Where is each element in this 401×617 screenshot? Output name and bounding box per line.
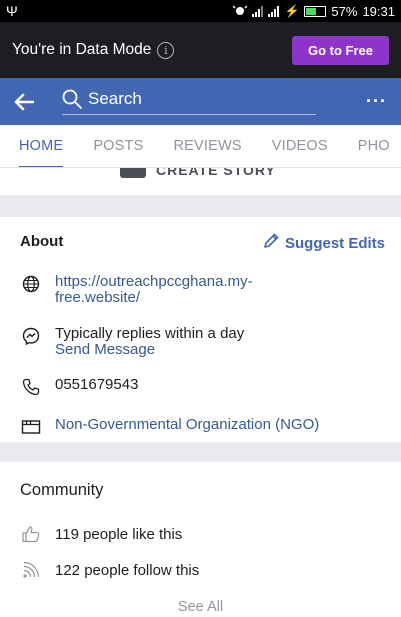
phone-icon [20, 378, 42, 396]
search-input[interactable]: Search [62, 89, 316, 115]
thumbs-up-icon [20, 525, 42, 543]
globe-icon [20, 275, 42, 293]
create-icon [120, 168, 146, 178]
status-indicators: ⚡ 57% 19:31 [232, 3, 395, 19]
go-to-free-button[interactable]: Go to Free [291, 35, 389, 65]
tab-home[interactable]: HOME [19, 125, 64, 167]
messenger-icon [20, 327, 42, 345]
send-message-link[interactable]: Send Message [55, 342, 244, 358]
info-icon[interactable]: i [157, 41, 175, 59]
section-divider [0, 195, 401, 217]
category-link[interactable]: Non-Governmental Organization (NGO) [55, 417, 319, 433]
tab-photos[interactable]: PHO [358, 125, 390, 167]
suggest-edits-label: Suggest Edits [284, 234, 385, 252]
website-link-line2[interactable]: free.website/ [55, 290, 253, 306]
likes-count-text: 119 people like this [55, 525, 183, 543]
follows-count-text: 122 people follow this [55, 561, 200, 579]
website-row[interactable]: https://outreachpccghana.my- free.websit… [20, 274, 253, 306]
tab-posts[interactable]: POSTS [93, 125, 143, 167]
charging-icon: ⚡ [284, 4, 300, 18]
response-time-text: Typically replies within a day [55, 325, 245, 342]
messenger-row: Typically replies within a day Send Mess… [20, 326, 244, 358]
phone-number[interactable]: 0551679543 [55, 377, 138, 393]
search-icon [62, 89, 82, 109]
tab-reviews[interactable]: REVIEWS [173, 125, 241, 167]
search-bar: Search ··· [0, 78, 401, 125]
cutoff-button-label: CREATE STORY [156, 168, 276, 178]
signal-icon-2 [268, 5, 280, 17]
community-heading: Community [20, 481, 104, 499]
follows-row: 122 people follow this [20, 561, 199, 579]
storefront-icon [20, 418, 42, 436]
category-row[interactable]: Non-Governmental Organization (NGO) [20, 417, 319, 436]
cutoff-create-button[interactable]: CREATE STORY [120, 168, 290, 182]
see-all-link[interactable]: See All [0, 599, 401, 615]
likes-row: 119 people like this [20, 525, 182, 543]
search-placeholder: Search [88, 88, 142, 108]
clock: 19:31 [362, 3, 395, 19]
alarm-icon [232, 4, 248, 19]
page-tabs: HOME POSTS REVIEWS VIDEOS PHO [0, 125, 401, 168]
data-mode-banner: You're in Data Mode i Go to Free [0, 22, 401, 78]
status-bar: Ψ ⚡ 57% 19:31 [0, 0, 401, 22]
back-arrow-icon[interactable] [14, 93, 34, 111]
signal-icon [252, 5, 264, 17]
suggest-edits-button[interactable]: Suggest Edits [262, 232, 385, 254]
battery-percent: 57% [331, 3, 358, 19]
rss-follow-icon [20, 561, 42, 579]
website-link-line1[interactable]: https://outreachpccghana.my- [55, 274, 253, 290]
usb-icon: Ψ [6, 3, 18, 19]
about-heading: About [20, 233, 64, 250]
data-mode-text: You're in Data Mode [12, 41, 152, 58]
phone-row[interactable]: 0551679543 [20, 377, 138, 396]
tab-videos[interactable]: VIDEOS [272, 125, 328, 167]
section-divider-2 [0, 442, 401, 462]
pencil-icon [262, 232, 280, 254]
more-options-icon[interactable]: ··· [366, 91, 387, 112]
battery-icon [304, 5, 327, 17]
